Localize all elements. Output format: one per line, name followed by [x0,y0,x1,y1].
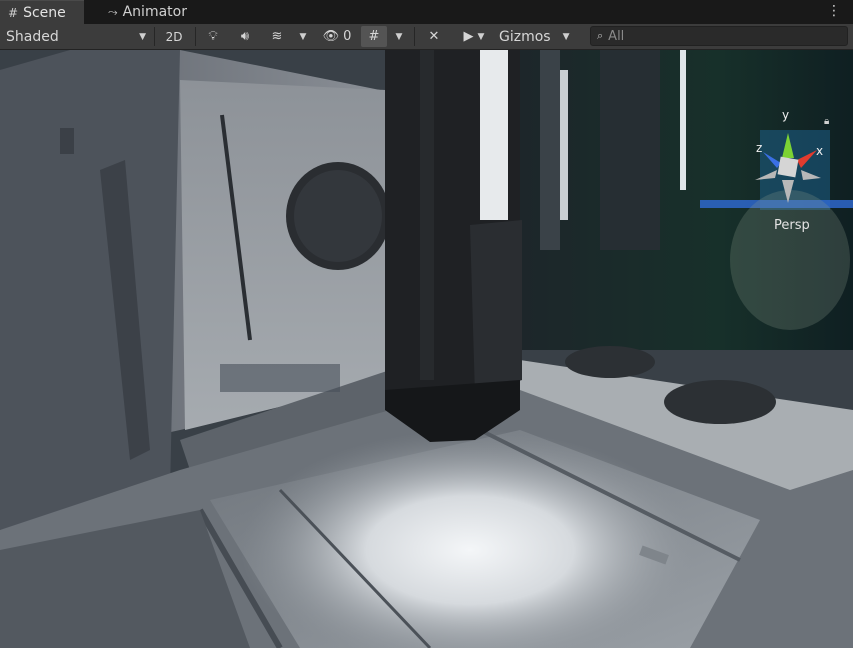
chevron-down-icon: ▼ [562,31,570,42]
2d-mode-button[interactable]: 2D [158,26,190,47]
scene-viewport[interactable]: y x z 🔒︎ Persp [0,50,853,648]
chevron-down-icon: ▼ [299,31,307,42]
audio-toggle-button[interactable]: 🔊︎ [232,26,258,47]
gizmos-dropdown[interactable]: Gizmos ▼ [496,26,582,47]
grid-dropdown[interactable]: ▼ [390,26,408,47]
eye-slash-icon: 👁︎ [322,29,340,44]
chevron-down-icon: ▼ [395,31,403,42]
tools-icon: ✕ [428,29,440,44]
hidden-object-count: 0 [343,29,352,44]
editor-tools-button[interactable]: ✕ [421,26,447,47]
chevron-down-icon: ▼ [139,31,146,42]
z-axis-label: z [756,141,763,155]
grid-icon: # [8,5,19,20]
axis-gizmo-icon [755,133,821,203]
scene-search-field[interactable]: ⌕ All [590,26,848,46]
y-axis-label: y [782,108,790,122]
layers-icon: ≋ [271,29,283,44]
shading-mode-dropdown[interactable]: Shaded ▼ [0,26,152,47]
gizmos-label: Gizmos [499,28,551,45]
grid-toggle-button[interactable]: # [361,26,387,47]
tab-animator[interactable]: ⤳ Animator [100,0,195,24]
toolbar-divider [414,27,415,46]
lock-icon[interactable]: 🔒︎ [824,116,829,127]
lightbulb-icon: 💡︎ [208,29,218,44]
scene-toolbar: Shaded ▼ 2D 💡︎ 🔊︎ ≋ ▼ 👁︎ 0 # ▼ ✕ ▶ ▼ Giz… [0,24,853,50]
search-placeholder: All [608,28,625,44]
tab-bar: # Scene ⤳ Animator ⋮ [0,0,853,24]
effects-dropdown[interactable]: ▼ [294,26,312,47]
grid-icon: # [368,29,380,44]
scene-visibility-toggle[interactable]: 👁︎ 0 [316,26,358,47]
chevron-down-icon: ▼ [477,31,485,42]
tab-scene-label: Scene [23,4,66,21]
camera-settings-dropdown[interactable]: ▶ ▼ [455,26,493,47]
toolbar-divider [195,27,196,46]
projection-label[interactable]: Persp [774,218,810,233]
lighting-toggle-button[interactable]: 💡︎ [201,26,225,47]
effects-toggle-button[interactable]: ≋ [262,26,292,47]
search-icon: ⌕ [597,29,604,42]
camera-icon: ▶ [463,29,474,44]
x-axis-label: x [816,144,824,158]
shading-mode-label: Shaded [6,28,59,45]
tab-animator-label: Animator [122,4,187,20]
scene-render [0,50,853,648]
more-options-icon[interactable]: ⋮ [827,3,841,19]
speaker-icon: 🔊︎ [240,29,250,44]
toolbar-divider [154,27,155,46]
animator-icon: ⤳ [108,4,118,19]
tab-scene[interactable]: # Scene [0,0,84,24]
